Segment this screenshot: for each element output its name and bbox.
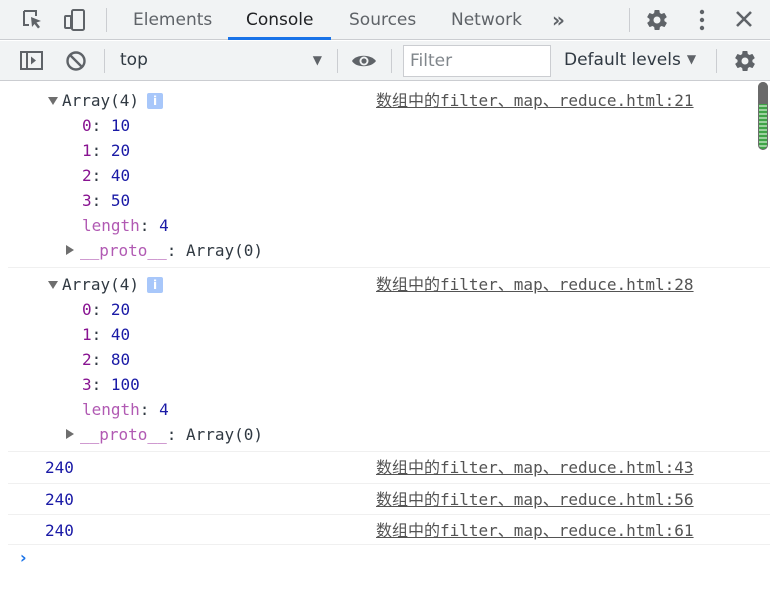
array-entry: 3: 50: [82, 191, 131, 210]
expand-triangle-icon[interactable]: [66, 429, 74, 439]
source-link[interactable]: 数组中的filter、map、reduce.html:43: [376, 455, 694, 480]
log-levels-dropdown[interactable]: Default levels ▼: [564, 50, 696, 70]
toolbar-divider: [104, 49, 105, 73]
context-selector[interactable]: top ▼: [112, 41, 330, 81]
array-entry: 1: 20: [82, 141, 131, 160]
array-entry: 2: 80: [82, 350, 131, 369]
tab-network[interactable]: Network: [451, 0, 522, 40]
info-icon[interactable]: i: [147, 277, 164, 293]
log-value: 240: [45, 490, 74, 509]
active-tab-indicator: [228, 37, 331, 40]
dropdown-arrow-icon: ▼: [686, 52, 697, 66]
toolbar-divider: [716, 49, 717, 73]
console-toolbar: top ▼ Default levels ▼: [0, 41, 770, 81]
inspect-element-icon[interactable]: [20, 8, 46, 32]
devtools-tab-bar: Elements Console Sources Network »: [0, 0, 770, 40]
gear-icon[interactable]: [644, 8, 670, 32]
filter-input[interactable]: [403, 45, 551, 77]
array-entry: 3: 100: [82, 375, 140, 394]
close-icon[interactable]: [732, 8, 758, 32]
log-value: 240: [45, 458, 74, 477]
source-link[interactable]: 数组中的filter、map、reduce.html:28: [376, 272, 694, 297]
console-sidebar-icon[interactable]: [19, 49, 45, 73]
tab-elements[interactable]: Elements: [133, 0, 212, 40]
scrollbar-thumb-cap: [758, 82, 768, 104]
console-message: 240 数组中的filter、map、reduce.html:61: [8, 515, 770, 545]
expand-triangle-icon[interactable]: [48, 97, 58, 105]
dropdown-arrow-icon: ▼: [312, 53, 322, 67]
console-message: Array(4) i 数组中的filter、map、reduce.html:21 …: [8, 88, 770, 268]
array-proto[interactable]: __proto__: Array(0): [66, 238, 263, 263]
toolbar-divider: [106, 8, 107, 32]
console-messages: Array(4) i 数组中的filter、map、reduce.html:21 …: [0, 82, 770, 596]
tab-sources[interactable]: Sources: [349, 0, 416, 40]
clear-console-icon[interactable]: [64, 49, 90, 73]
console-message: Array(4) i 数组中的filter、map、reduce.html:28 …: [8, 268, 770, 452]
source-link[interactable]: 数组中的filter、map、reduce.html:56: [376, 487, 694, 512]
log-levels-label: Default levels: [564, 50, 681, 70]
console-message: 240 数组中的filter、map、reduce.html:43: [8, 452, 770, 484]
toolbar-divider: [337, 49, 338, 73]
toolbar-divider: [391, 49, 392, 73]
array-length: length: 4: [82, 400, 169, 419]
tab-console[interactable]: Console: [246, 0, 314, 40]
console-settings-gear-icon[interactable]: [732, 49, 758, 73]
eye-icon[interactable]: [351, 49, 377, 73]
array-entry: 0: 20: [82, 300, 131, 319]
console-prompt[interactable]: ›: [20, 548, 27, 567]
info-icon[interactable]: i: [147, 93, 164, 109]
console-scrollbar[interactable]: [757, 82, 768, 152]
source-link[interactable]: 数组中的filter、map、reduce.html:61: [376, 518, 694, 543]
toolbar-divider: [629, 8, 630, 32]
console-message: 240 数组中的filter、map、reduce.html:56: [8, 484, 770, 515]
array-entry: 2: 40: [82, 166, 131, 185]
array-header[interactable]: Array(4) i: [48, 272, 164, 297]
expand-triangle-icon[interactable]: [48, 281, 58, 289]
device-toolbar-icon[interactable]: [62, 8, 88, 32]
array-entry: 1: 40: [82, 325, 131, 344]
array-proto[interactable]: __proto__: Array(0): [66, 422, 263, 447]
array-label: Array(4): [62, 275, 140, 294]
context-label: top: [120, 50, 148, 70]
more-tabs-button[interactable]: »: [552, 0, 565, 40]
source-link[interactable]: 数组中的filter、map、reduce.html:21: [376, 88, 694, 113]
expand-triangle-icon[interactable]: [66, 245, 74, 255]
kebab-menu-icon[interactable]: [690, 8, 716, 32]
log-value: 240: [45, 521, 74, 540]
array-entry: 0: 10: [82, 116, 131, 135]
array-header[interactable]: Array(4) i: [48, 88, 164, 113]
array-label: Array(4): [62, 91, 140, 110]
array-length: length: 4: [82, 216, 169, 235]
